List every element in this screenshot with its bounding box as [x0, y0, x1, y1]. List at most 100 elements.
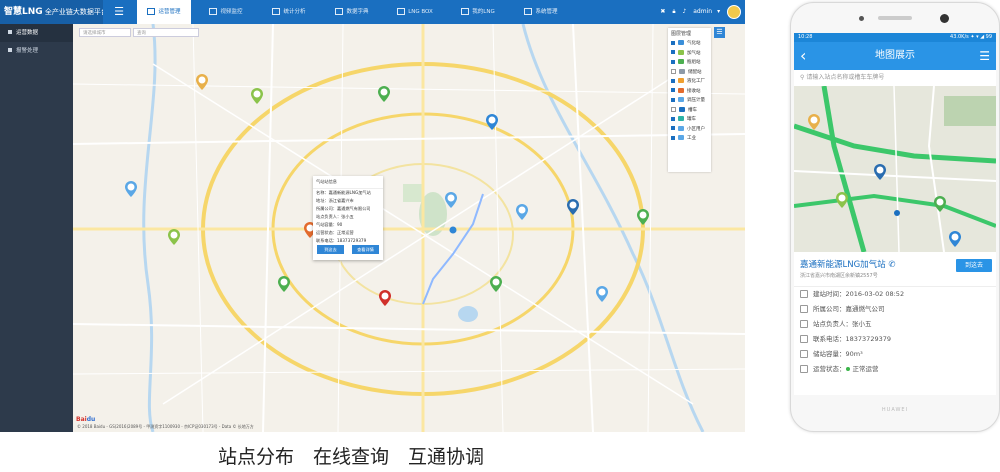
- layer-type-icon: [678, 97, 684, 102]
- tab-lng-box[interactable]: LNG BOX: [388, 0, 442, 24]
- gear-icon: [524, 8, 533, 15]
- map-pin-gas-station[interactable]: [836, 192, 848, 208]
- phone-icon[interactable]: ✆: [888, 260, 895, 270]
- layer-label: 槽车: [688, 107, 697, 113]
- layer-checkbox[interactable]: [671, 59, 675, 64]
- layer-row[interactable]: 罐车: [668, 115, 711, 125]
- map-view[interactable]: 请选择城市 查询 ☰ 图层管理 气化站 加气站 瓶组站储配站 液化工厂接收站 调压计量槽…: [73, 24, 745, 432]
- top-right-tools: ✖ 🔒︎ ♪ admin ▾: [655, 0, 741, 24]
- current-location-icon: [894, 210, 900, 216]
- layer-row[interactable]: 加气站: [668, 49, 711, 59]
- tab-my-lng[interactable]: 我的LNG: [451, 0, 505, 24]
- layer-row[interactable]: 液化工厂: [668, 77, 711, 87]
- map-pin-metering-station[interactable]: [125, 181, 137, 197]
- mobile-search-input[interactable]: ⚲ 请输入站点名称或槽车车牌号: [794, 70, 996, 87]
- layer-row[interactable]: 接收站: [668, 87, 711, 97]
- map-pin-gasification-station[interactable]: [949, 231, 961, 247]
- tab-statistics[interactable]: 统计分析: [262, 0, 316, 24]
- chart-icon: [272, 8, 281, 15]
- layer-row[interactable]: 瓶组站: [668, 58, 711, 68]
- brand-logo: 智慧LNG 全产业链大数据平台: [0, 0, 103, 24]
- popup-row: 所属公司：嘉通燃气有限公司: [316, 206, 371, 211]
- map-pin-gasification-station[interactable]: [486, 114, 498, 130]
- map-pin-gasification-station[interactable]: [567, 199, 579, 215]
- map-pin-metering-station[interactable]: [445, 192, 457, 208]
- detail-row-status: 运营状态： 正常运营: [794, 362, 996, 377]
- clock-icon: [800, 290, 808, 298]
- popup-row: 地址：浙江省嘉兴市: [316, 198, 354, 203]
- station-address: 浙江省嘉兴市南湖区余新镇2557号: [800, 273, 878, 279]
- map-pin-gas-station[interactable]: [490, 276, 502, 292]
- layer-row[interactable]: 气化站: [668, 39, 711, 49]
- sidebar-item-operation-data[interactable]: 运营数据: [0, 24, 73, 42]
- layer-row[interactable]: 槽车: [668, 106, 711, 116]
- monitor-icon: [147, 8, 156, 15]
- front-camera: [940, 14, 949, 23]
- layer-checkbox[interactable]: [671, 88, 675, 92]
- tab-system[interactable]: 系统管理: [514, 0, 568, 24]
- map-pin-gas-station[interactable]: [278, 276, 290, 292]
- city-select[interactable]: 请选择城市: [79, 28, 131, 37]
- layer-checkbox[interactable]: [671, 97, 675, 102]
- view-detail-button[interactable]: 查看详情: [352, 245, 379, 254]
- map-pin-gasification-station[interactable]: [874, 164, 886, 180]
- building-icon: [800, 305, 808, 313]
- layer-row[interactable]: 储配站: [668, 68, 711, 78]
- layer-label: 瓶组站: [687, 60, 701, 65]
- popup-row: 联系电话：18373729379: [316, 238, 367, 243]
- layer-row[interactable]: 工业: [668, 134, 711, 144]
- layer-checkbox[interactable]: [671, 40, 675, 45]
- sensor: [859, 16, 864, 21]
- layer-checkbox[interactable]: [671, 135, 675, 140]
- document-icon: [8, 30, 12, 34]
- map-pin-lpg-station[interactable]: [808, 114, 820, 130]
- tab-dictionary[interactable]: 数据字典: [325, 0, 379, 24]
- station-search-input[interactable]: 查询: [133, 28, 199, 37]
- map-pin-gas-station[interactable]: [251, 88, 263, 104]
- layer-checkbox[interactable]: [671, 106, 676, 112]
- layer-label: 液化工厂: [687, 79, 705, 84]
- map-pin-metering-station[interactable]: [596, 286, 608, 302]
- station-name: 嘉通新能源LNG加气站 ✆: [800, 260, 896, 270]
- tab-operations[interactable]: 运营管理: [137, 0, 191, 24]
- lock-icon[interactable]: 🔒︎: [672, 8, 675, 15]
- map-pin-gas-station[interactable]: [637, 209, 649, 225]
- map-pin-lpg-station[interactable]: [196, 74, 208, 90]
- chevron-down-icon[interactable]: ▾: [717, 8, 720, 15]
- layer-checkbox[interactable]: [671, 116, 675, 121]
- map-pin-gas-station[interactable]: [934, 196, 946, 212]
- sidebar-item-alarm[interactable]: 报警处理: [0, 42, 73, 60]
- user-icon: [800, 320, 808, 328]
- speaker: [878, 16, 912, 20]
- station-info-popup: 气站站信息 名称：嘉通新能源LNG加气站 地址：浙江省嘉兴市 所属公司：嘉通燃气…: [313, 176, 383, 260]
- fullscreen-icon[interactable]: ✖: [660, 8, 665, 15]
- map-pin-receiving-station[interactable]: [379, 290, 391, 306]
- list-view-button[interactable]: ☰: [714, 27, 725, 38]
- bell-icon[interactable]: ♪: [682, 8, 686, 15]
- avatar[interactable]: [727, 4, 741, 19]
- layer-checkbox[interactable]: [671, 68, 676, 74]
- layer-panel-title: 图层管理: [671, 31, 692, 37]
- map-pin-gas-station[interactable]: [168, 229, 180, 245]
- navigate-button[interactable]: 到这去: [956, 259, 992, 272]
- route-button[interactable]: 到这去: [317, 245, 344, 254]
- layer-checkbox[interactable]: [671, 126, 675, 130]
- detail-row-phone: 联系电话：18373729379: [794, 332, 996, 347]
- layer-type-icon: [678, 116, 684, 121]
- alarm-icon: [8, 48, 12, 52]
- status-time: 10:28: [798, 34, 813, 40]
- mobile-app-bar: ‹ 地图展示 ☰: [794, 42, 996, 70]
- layer-row[interactable]: 调压计量: [668, 96, 711, 106]
- user-name[interactable]: admin: [693, 8, 712, 15]
- map-pin-metering-station[interactable]: [516, 204, 528, 220]
- tab-video[interactable]: 视频监控: [199, 0, 253, 24]
- phone-screen: 10:28 43.0K/s ✦ ▾ ◢ 99 ‹ 地图展示 ☰ ⚲ 请输入站点名…: [794, 33, 996, 395]
- layer-checkbox[interactable]: [671, 50, 675, 54]
- layer-checkbox[interactable]: [671, 78, 675, 83]
- map-pin-gas-station[interactable]: [378, 86, 390, 102]
- brand-main: 智慧LNG: [4, 7, 43, 17]
- layer-row[interactable]: 小区用户: [668, 125, 711, 135]
- menu-icon[interactable]: ☰: [979, 45, 990, 67]
- hamburger-menu-icon[interactable]: ☰: [112, 5, 126, 19]
- mobile-map[interactable]: [794, 86, 996, 252]
